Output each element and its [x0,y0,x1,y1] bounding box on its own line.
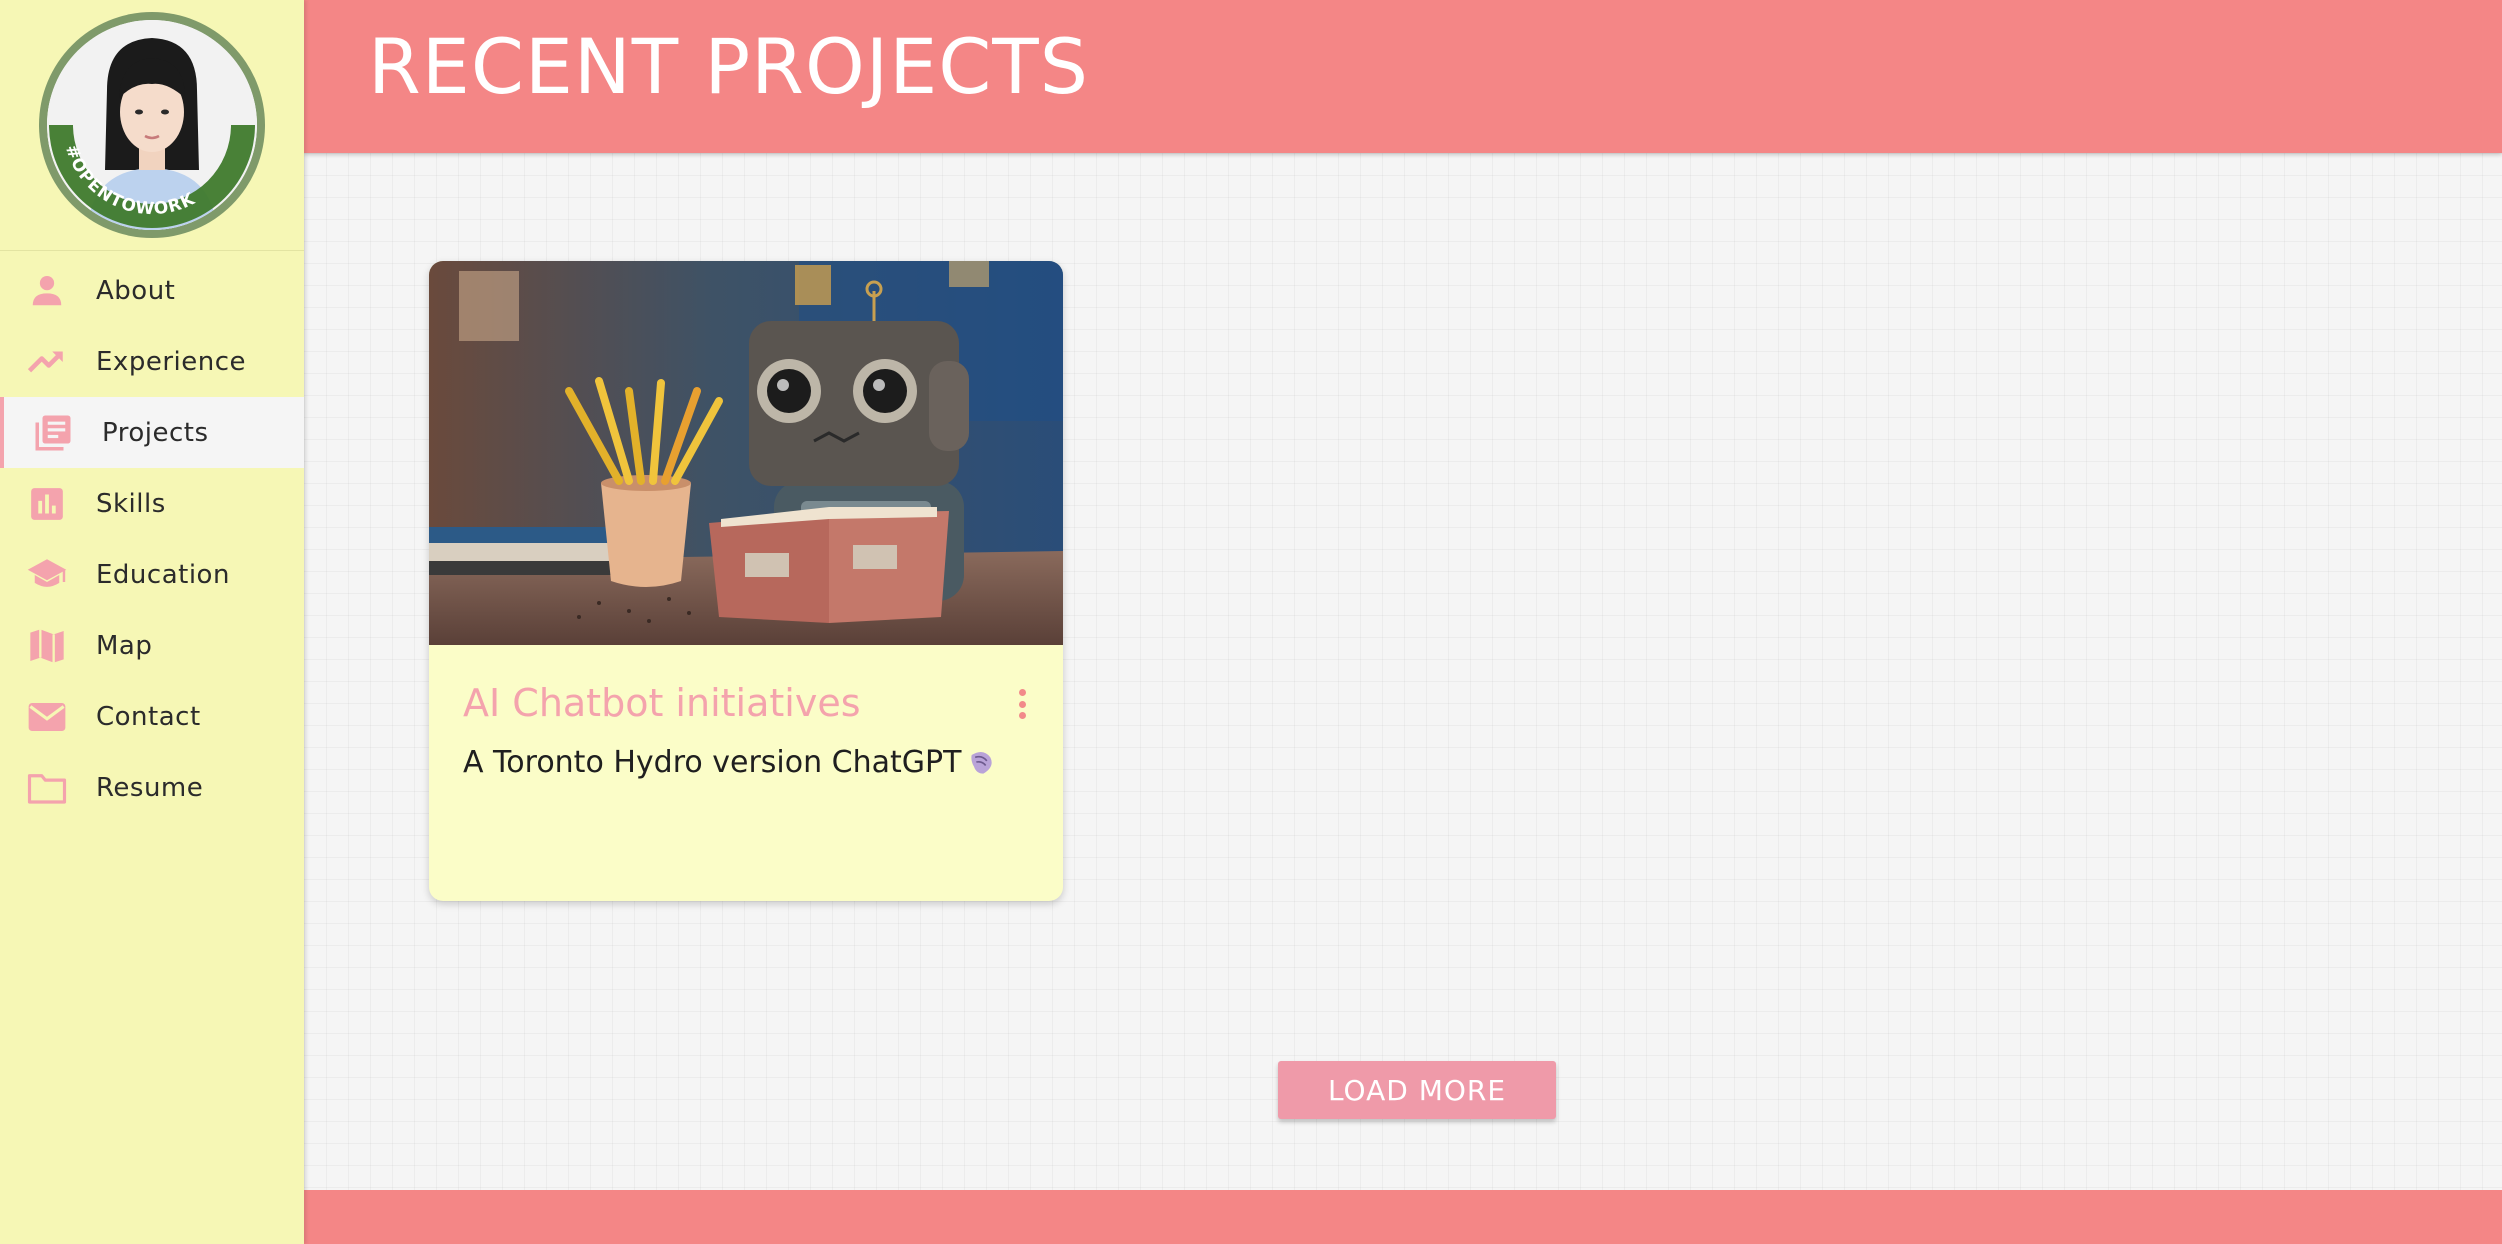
sidebar-item-projects[interactable]: Projects [0,397,304,468]
folder-icon [26,767,68,809]
project-card-content: AI Chatbot initiatives A Toronto Hydro v… [429,645,1063,784]
sidebar-item-label: Projects [102,417,209,448]
graduation-cap-icon [26,554,68,596]
sidebar-item-label: About [96,275,176,306]
page-footer [304,1190,2502,1244]
project-card[interactable]: AI Chatbot initiatives A Toronto Hydro v… [429,261,1063,901]
sidebar-item-education[interactable]: Education [0,539,304,610]
sidebar-item-label: Resume [96,772,204,803]
mail-icon [26,696,68,738]
sidebar-item-resume[interactable]: Resume [0,752,304,823]
projects-grid: AI Chatbot initiatives A Toronto Hydro v… [304,153,2502,1190]
sidebar-item-label: Skills [96,488,166,519]
sidebar-item-label: Experience [96,346,246,377]
map-icon [26,625,68,667]
shell-emoji-icon [967,748,995,784]
avatar[interactable]: #OPENTOWORK [39,12,265,238]
load-more-button[interactable]: LOAD MORE [1278,1061,1556,1119]
project-description: A Toronto Hydro version ChatGPT [463,745,962,780]
sidebar-item-label: Map [96,630,153,661]
bar-chart-icon [26,483,68,525]
sidebar-item-contact[interactable]: Contact [0,681,304,752]
page-header: RECENT PROJECTS [304,0,2502,153]
svg-text:#OPENTOWORK: #OPENTOWORK [61,142,199,219]
library-books-icon [32,412,74,454]
sidebar-item-label: Contact [96,701,201,732]
opentowork-ring: #OPENTOWORK [49,125,255,228]
robot-reading-book-image[interactable] [429,261,1063,645]
sidebar-nav: About Experience Projects Skills Educati… [0,251,304,823]
page-title: RECENT PROJECTS [368,22,1089,111]
sidebar: #OPENTOWORK About Experience Projects Sk… [0,0,304,1244]
sidebar-item-label: Education [96,559,230,590]
sidebar-item-map[interactable]: Map [0,610,304,681]
sidebar-item-about[interactable]: About [0,255,304,326]
sidebar-item-skills[interactable]: Skills [0,468,304,539]
trending-up-icon [26,341,68,383]
profile-section: #OPENTOWORK [0,0,304,251]
more-vert-icon[interactable] [1015,689,1029,719]
sidebar-item-experience[interactable]: Experience [0,326,304,397]
opentowork-badge-text: #OPENTOWORK [61,142,198,219]
project-title[interactable]: AI Chatbot initiatives [463,681,1029,725]
app-root: #OPENTOWORK About Experience Projects Sk… [0,0,2502,1244]
project-description-line: A Toronto Hydro version ChatGPT [463,745,1029,784]
person-icon [26,270,68,312]
